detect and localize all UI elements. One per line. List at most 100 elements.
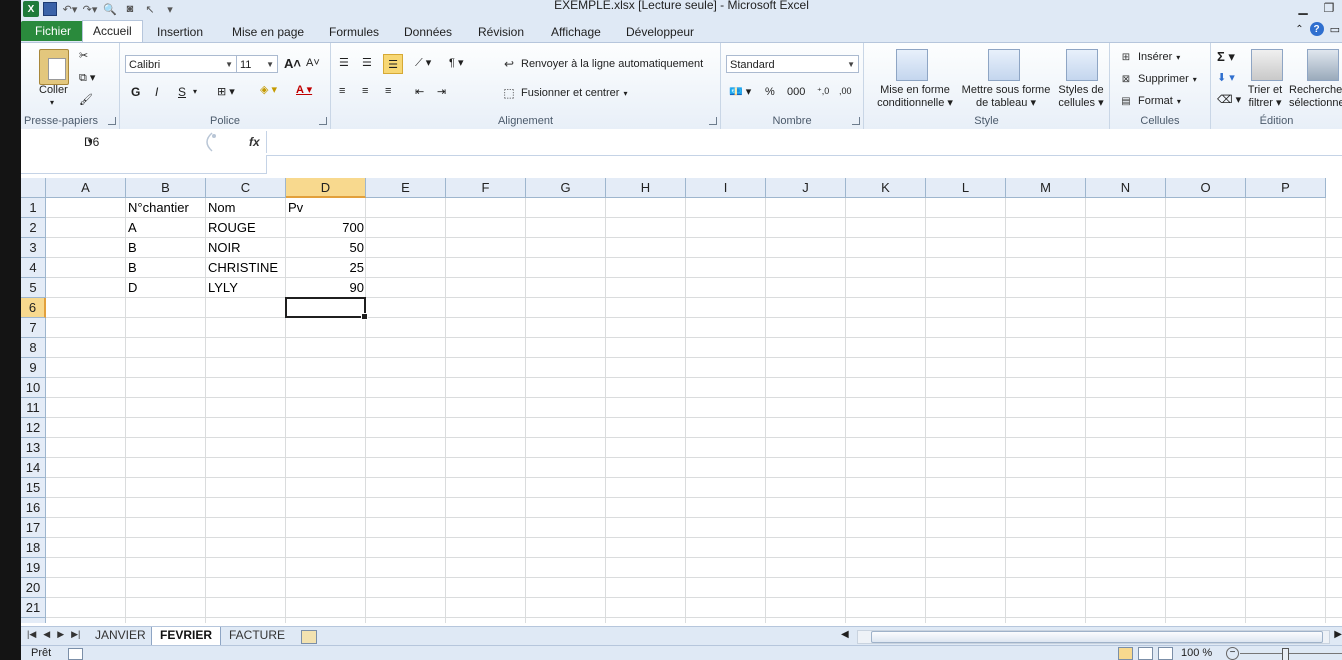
sheet-tab-janvier[interactable]: JANVIER <box>87 627 154 645</box>
zoom-out-icon[interactable]: − <box>1226 647 1239 660</box>
decrease-indent-icon[interactable]: ⇤ <box>415 85 424 98</box>
row-header-5[interactable]: 5 <box>21 278 46 298</box>
fill-icon[interactable]: ⬇ ▾ <box>1217 71 1235 84</box>
cell-c3[interactable]: NOIR <box>206 238 286 257</box>
find-select-button[interactable]: Rechercher et sélectionner <box>1289 84 1342 110</box>
cell-c4[interactable]: CHRISTINE <box>206 258 286 277</box>
zoom-level[interactable]: 100 % <box>1181 646 1212 660</box>
undo-icon[interactable]: ↶▾ <box>61 1 79 17</box>
column-header-d[interactable]: D <box>286 178 366 198</box>
row-header-10[interactable]: 10 <box>21 378 46 398</box>
align-top-icon[interactable]: ☰ <box>339 56 349 69</box>
fill-color-icon[interactable]: ◈ ▾ <box>260 83 277 96</box>
paste-icon[interactable] <box>39 49 69 85</box>
column-header-b[interactable]: B <box>126 178 206 198</box>
text-direction-icon[interactable]: ¶ ▾ <box>449 56 464 69</box>
cell-b1[interactable]: N°chantier <box>126 198 206 217</box>
column-header-f[interactable]: F <box>446 178 526 198</box>
row-header-7[interactable]: 7 <box>21 318 46 338</box>
close-workbook-icon[interactable]: ▭ <box>1330 23 1340 36</box>
format-button[interactable]: ▤ Format ▾ <box>1118 93 1181 109</box>
prev-sheet-icon[interactable]: ◀ <box>43 629 50 640</box>
insert-button[interactable]: ⊞ Insérer ▾ <box>1118 49 1180 65</box>
row-header-21[interactable]: 21 <box>21 598 46 618</box>
insert-sheet-icon[interactable] <box>301 630 317 644</box>
font-size-combo[interactable]: 11 ▼ <box>236 55 278 73</box>
conditional-format-icon[interactable] <box>896 49 928 81</box>
merge-center-button[interactable]: ⬚ Fusionner et centrer ▾ <box>501 85 627 101</box>
save-icon[interactable] <box>41 1 59 17</box>
column-header-c[interactable]: C <box>206 178 286 198</box>
increase-indent-icon[interactable]: ⇥ <box>437 85 446 98</box>
row-header-4[interactable]: 4 <box>21 258 46 278</box>
row-header-14[interactable]: 14 <box>21 458 46 478</box>
cell-area[interactable]: N°chantier Nom Pv A ROUGE 700 B NOIR 50 B CHRISTIN… <box>46 198 1342 623</box>
customize-qat-icon[interactable]: ▾ <box>161 1 179 17</box>
tab-revision[interactable]: Révision <box>468 23 534 42</box>
name-box-dropdown-icon[interactable]: ▼ <box>86 132 94 152</box>
sort-filter-icon[interactable] <box>1251 49 1283 81</box>
cell-styles-button[interactable]: Styles de cellules ▾ <box>1054 84 1108 110</box>
tab-mise-en-page[interactable]: Mise en page <box>222 23 314 42</box>
font-name-combo[interactable]: Calibri ▼ <box>125 55 237 73</box>
cell-d4[interactable]: 25 <box>286 258 366 277</box>
font-color-icon[interactable]: A ▾ <box>296 83 312 96</box>
column-header-n[interactable]: N <box>1086 178 1166 198</box>
row-header-2[interactable]: 2 <box>21 218 46 238</box>
cell-d2[interactable]: 700 <box>286 218 366 237</box>
cell-c1[interactable]: Nom <box>206 198 286 217</box>
grow-font-icon[interactable]: A˄ <box>284 56 301 71</box>
tab-insertion[interactable]: Insertion <box>147 23 213 42</box>
cut-icon[interactable]: ✂ <box>79 49 88 62</box>
format-painter-icon[interactable]: 🖌 <box>79 93 93 106</box>
tab-formules[interactable]: Formules <box>319 23 389 42</box>
align-center-icon[interactable]: ≡ <box>362 85 368 97</box>
format-as-table-icon[interactable] <box>988 49 1020 81</box>
cell-b3[interactable]: B <box>126 238 206 257</box>
column-header-o[interactable]: O <box>1166 178 1246 198</box>
thousands-button[interactable]: 000 <box>787 86 805 98</box>
increase-decimal-icon[interactable]: ⁺,0 <box>817 86 829 97</box>
help-icon[interactable]: ? <box>1309 22 1324 36</box>
column-header-k[interactable]: K <box>846 178 926 198</box>
row-header-6[interactable]: 6 <box>21 298 46 318</box>
page-break-view-icon[interactable] <box>1158 647 1173 660</box>
clear-icon[interactable]: ⌫ ▾ <box>1217 93 1241 106</box>
tab-developpeur[interactable]: Développeur <box>616 23 704 42</box>
cell-d1[interactable]: Pv <box>286 198 366 217</box>
row-header-18[interactable]: 18 <box>21 538 46 558</box>
align-middle-icon[interactable]: ☰ <box>362 56 372 69</box>
align-right-icon[interactable]: ≡ <box>385 85 391 97</box>
restore-icon[interactable]: ❐ <box>1316 0 1342 16</box>
active-cell-outline[interactable] <box>285 297 368 320</box>
cursor-icon[interactable]: ↖ <box>141 1 159 17</box>
zoom-slider[interactable]: − <box>1226 647 1342 660</box>
first-sheet-icon[interactable]: |◀ <box>27 629 36 640</box>
row-header-1[interactable]: 1 <box>21 198 46 218</box>
camera-icon[interactable]: ◙ <box>121 1 139 17</box>
cell-d3[interactable]: 50 <box>286 238 366 257</box>
column-header-i[interactable]: I <box>686 178 766 198</box>
column-header-h[interactable]: H <box>606 178 686 198</box>
underline-dropdown-icon[interactable]: ▾ <box>193 87 197 96</box>
bold-button[interactable]: G <box>131 85 140 99</box>
alignment-launcher-icon[interactable] <box>709 117 717 125</box>
delete-button[interactable]: ⊠ Supprimer ▾ <box>1118 71 1197 87</box>
column-header-p[interactable]: P <box>1246 178 1326 198</box>
row-header-13[interactable]: 13 <box>21 438 46 458</box>
sheet-tab-facture[interactable]: FACTURE <box>221 627 293 645</box>
page-layout-view-icon[interactable] <box>1138 647 1153 660</box>
font-launcher-icon[interactable] <box>319 117 327 125</box>
align-left-icon[interactable]: ≡ <box>339 85 345 97</box>
paste-dropdown-icon[interactable]: ▾ <box>50 96 54 109</box>
percent-button[interactable]: % <box>765 86 775 98</box>
normal-view-icon[interactable] <box>1118 647 1133 660</box>
clipboard-launcher-icon[interactable] <box>108 117 116 125</box>
formula-input[interactable] <box>266 131 1342 153</box>
accounting-format-icon[interactable]: 💶 ▾ <box>729 85 751 98</box>
orientation-icon[interactable]: ⟋ ▾ <box>415 56 431 70</box>
print-preview-icon[interactable]: 🔍 <box>101 1 119 17</box>
copy-icon[interactable]: ⧉ ▾ <box>79 71 95 85</box>
borders-icon[interactable]: ⊞ ▾ <box>217 85 235 98</box>
row-header-3[interactable]: 3 <box>21 238 46 258</box>
